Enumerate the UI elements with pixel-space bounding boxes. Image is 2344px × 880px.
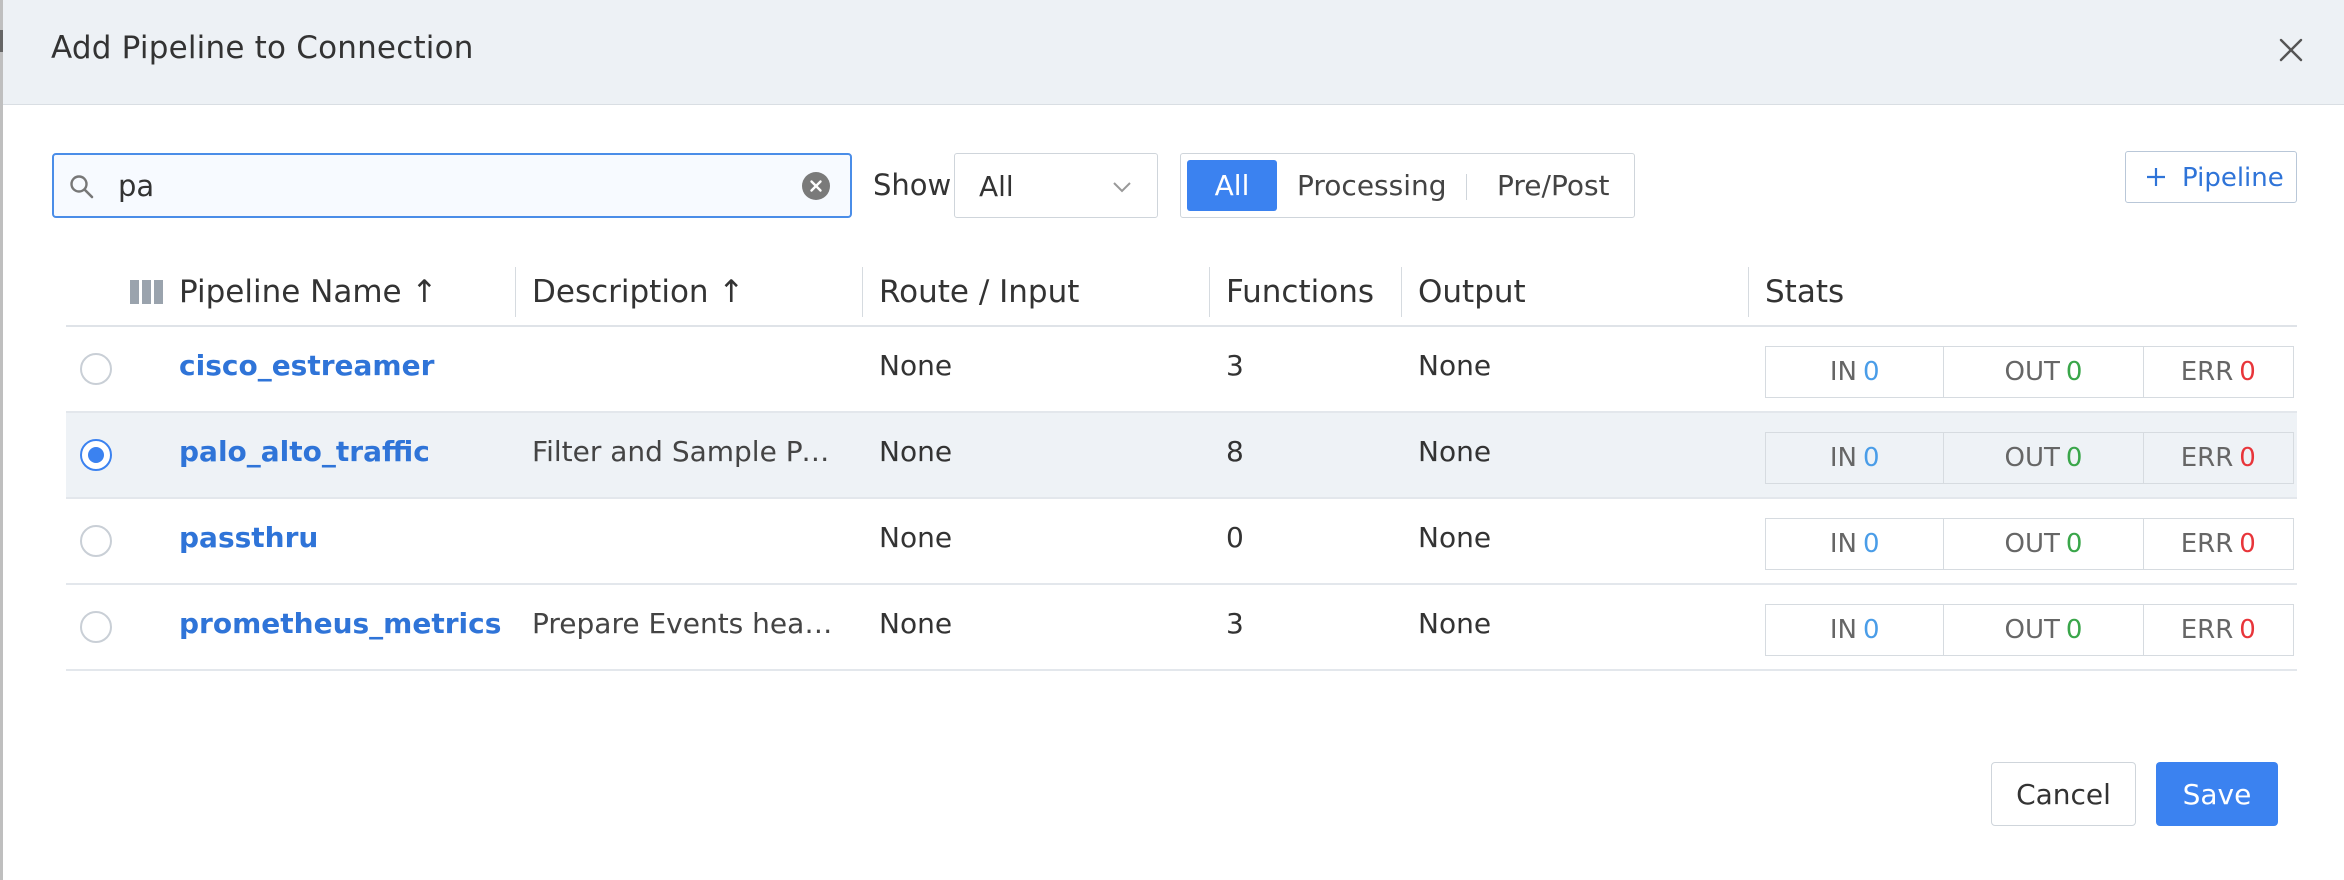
save-button[interactable]: Save <box>2156 762 2278 826</box>
plus-icon <box>2147 168 2165 186</box>
stat-out: OUT 0 <box>1943 519 2142 569</box>
close-icon <box>2279 38 2303 62</box>
header-description[interactable]: Description ↑ <box>532 274 744 310</box>
filter-all[interactable]: All <box>1187 160 1277 211</box>
header-output: Output <box>1418 274 1526 310</box>
table-row[interactable]: palo_alto_traffic Filter and Sample Palo… <box>66 413 2297 499</box>
table-header: Pipeline Name ↑ Description ↑ Route / In… <box>66 262 2297 327</box>
dialog-header: Add Pipeline to Connection <box>3 0 2344 105</box>
row-radio[interactable] <box>80 353 112 385</box>
add-pipeline-button[interactable]: Pipeline <box>2125 151 2297 203</box>
stat-err: ERR 0 <box>2142 347 2293 397</box>
pipeline-stats: IN 0 OUT 0 ERR 0 <box>1765 346 2294 398</box>
pipeline-functions: 3 <box>1226 349 1244 382</box>
search-icon <box>70 175 94 199</box>
pipeline-name-link[interactable]: prometheus_metrics <box>179 607 501 640</box>
show-select-value: All <box>979 170 1014 203</box>
stat-in: IN 0 <box>1829 615 1880 645</box>
header-stats: Stats <box>1765 274 1845 310</box>
pipeline-name-link[interactable]: palo_alto_traffic <box>179 435 430 468</box>
column-separator <box>515 267 516 317</box>
column-separator <box>1748 267 1749 317</box>
chevron-down-icon <box>1113 182 1131 193</box>
add-pipeline-label: Pipeline <box>2182 163 2284 193</box>
row-radio[interactable] <box>80 611 112 643</box>
pipeline-stats: IN 0 OUT 0 ERR 0 <box>1765 432 2294 484</box>
stat-in: IN 0 <box>1829 529 1880 559</box>
row-radio[interactable] <box>80 525 112 557</box>
pipeline-route: None <box>879 607 953 640</box>
pipeline-output: None <box>1418 435 1492 468</box>
search-box <box>52 153 852 218</box>
stat-in: IN 0 <box>1829 443 1880 473</box>
header-functions: Functions <box>1226 274 1375 310</box>
stat-err: ERR 0 <box>2142 605 2293 655</box>
table-row[interactable]: prometheus_metrics Prepare Events headed… <box>66 585 2297 671</box>
dialog-title: Add Pipeline to Connection <box>51 30 474 66</box>
filter-prepost[interactable]: Pre/Post <box>1497 160 1610 211</box>
pipeline-output: None <box>1418 607 1492 640</box>
pipeline-functions: 3 <box>1226 607 1244 640</box>
clear-circle-icon[interactable] <box>802 172 830 200</box>
pipeline-output: None <box>1418 521 1492 554</box>
columns-icon[interactable] <box>130 278 164 306</box>
stat-in: IN 0 <box>1829 357 1880 387</box>
search-input[interactable] <box>116 163 776 209</box>
table-row[interactable]: cisco_estreamer None 3 None IN 0 OUT 0 ERR… <box>66 327 2297 413</box>
pipeline-route: None <box>879 349 953 382</box>
pipeline-description: Filter and Sample Palo ... <box>532 435 837 468</box>
pipeline-description: Prepare Events headed ... <box>532 607 837 640</box>
pipeline-route: None <box>879 521 953 554</box>
pipeline-output: None <box>1418 349 1492 382</box>
pipeline-functions: 8 <box>1226 435 1244 468</box>
table-row[interactable]: passthru None 0 None IN 0 OUT 0 ERR 0 <box>66 499 2297 585</box>
close-button[interactable] <box>2274 33 2308 67</box>
stat-out: OUT 0 <box>1943 433 2142 483</box>
row-radio[interactable] <box>80 439 112 471</box>
pipeline-name-link[interactable]: passthru <box>179 521 318 554</box>
header-pipeline-name[interactable]: Pipeline Name ↑ <box>179 274 437 310</box>
column-separator <box>1401 267 1402 317</box>
add-pipeline-dialog: Add Pipeline to Connection Show All <box>3 0 2344 880</box>
stat-out: OUT 0 <box>1943 605 2142 655</box>
pipeline-stats: IN 0 OUT 0 ERR 0 <box>1765 518 2294 570</box>
header-route-input: Route / Input <box>879 274 1080 310</box>
filter-processing[interactable]: Processing <box>1297 160 1447 211</box>
show-label: Show <box>873 168 952 202</box>
stat-err: ERR 0 <box>2142 433 2293 483</box>
column-separator <box>1209 267 1210 317</box>
filter-divider <box>1466 174 1467 200</box>
pipeline-route: None <box>879 435 953 468</box>
pipeline-name-link[interactable]: cisco_estreamer <box>179 349 434 382</box>
pipeline-stats: IN 0 OUT 0 ERR 0 <box>1765 604 2294 656</box>
cancel-button[interactable]: Cancel <box>1991 762 2136 826</box>
column-separator <box>862 267 863 317</box>
stat-out: OUT 0 <box>1943 347 2142 397</box>
show-select[interactable]: All <box>954 153 1158 218</box>
pipeline-functions: 0 <box>1226 521 1244 554</box>
stat-err: ERR 0 <box>2142 519 2293 569</box>
pipeline-type-filter: All Processing Pre/Post <box>1180 153 1635 218</box>
